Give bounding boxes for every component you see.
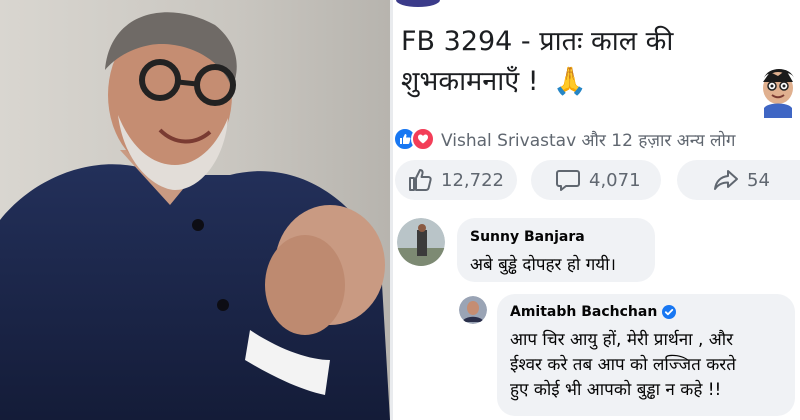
post-text-line1: FB 3294 - प्रातः काल की [401, 26, 674, 57]
post-text-line2-text: शुभकामनाएँ ! [401, 66, 539, 97]
verified-badge-icon [662, 305, 677, 319]
folded-hands-emoji: 🙏 [553, 66, 587, 97]
reactions-text: Vishal Srivastav और 12 हज़ार अन्य लोग [441, 130, 736, 151]
love-reaction-icon [411, 127, 435, 151]
reply-author-row: Amitabh Bachchan [510, 304, 677, 320]
share-button[interactable]: 54 [677, 160, 800, 200]
comment-count: 4,071 [589, 169, 641, 191]
cartoon-avatar-icon[interactable] [758, 64, 798, 118]
man-portrait-image [0, 0, 390, 420]
facebook-post: FB 3294 - प्रातः काल की शुभकामनाएँ ! 🙏 V… [393, 0, 800, 420]
reply-text-line3: हुए कोई भी आपको बुड्ढा न कहे !! [510, 380, 722, 400]
like-icon [409, 169, 432, 191]
reply-text-line1: आप चिर आयु हों, मेरी प्रार्थना , और [510, 330, 734, 350]
post-text: FB 3294 - प्रातः काल की शुभकामनाएँ ! 🙏 [401, 22, 741, 102]
amitabh-bachchan-avatar[interactable] [459, 296, 487, 324]
reply-text-line2: ईश्वर करे तब आप को लज्जित करते [510, 355, 736, 375]
comment-author[interactable]: Sunny Banjara [470, 229, 585, 245]
reply-text: आप चिर आयु हों, मेरी प्रार्थना , और ईश्व… [510, 328, 736, 403]
post-text-line2: शुभकामनाएँ ! 🙏 [401, 62, 741, 102]
reply-author[interactable]: Amitabh Bachchan [510, 304, 657, 320]
post-photo[interactable] [0, 0, 390, 420]
reactions-summary[interactable]: Vishal Srivastav और 12 हज़ार अन्य लोग [393, 126, 736, 152]
like-button[interactable]: 12,722 [395, 160, 517, 200]
share-count: 54 [747, 169, 770, 191]
comment-button[interactable]: 4,071 [531, 160, 661, 200]
like-count: 12,722 [441, 169, 504, 191]
comment-bubble: Sunny Banjara अबे बुड्ढे दोपहर हो गयी। [457, 218, 655, 282]
sunny-banjara-avatar[interactable] [397, 218, 445, 266]
reply-bubble: Amitabh Bachchan आप चिर आयु हों, मेरी प्… [497, 294, 795, 416]
comment-text: अबे बुड्ढे दोपहर हो गयी। [470, 255, 617, 275]
page-avatar-partial [396, 0, 440, 7]
comment-icon [556, 170, 580, 191]
share-icon [714, 170, 738, 190]
